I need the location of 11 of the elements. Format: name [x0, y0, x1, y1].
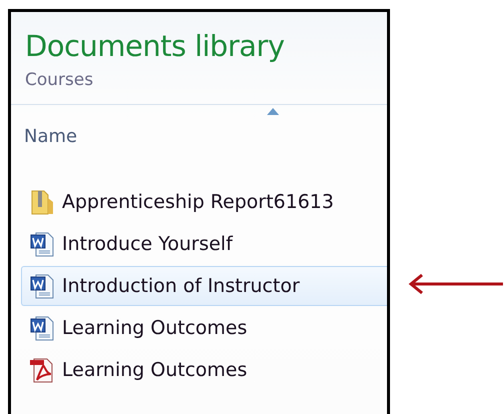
name-column-header[interactable]: Name	[24, 126, 78, 147]
file-item[interactable]: Apprenticeship Report61613	[21, 182, 387, 222]
word-document-icon	[28, 314, 56, 342]
word-document-icon	[28, 230, 56, 258]
file-item[interactable]: Learning Outcomes	[21, 308, 387, 348]
file-item[interactable]: Learning Outcomes	[21, 350, 387, 390]
file-item[interactable]: Introduction of Instructor	[21, 266, 387, 306]
word-document-icon	[28, 272, 56, 300]
library-subtitle: Courses	[25, 69, 94, 92]
library-title: Documents library	[25, 28, 286, 64]
file-item[interactable]: Introduce Yourself	[21, 224, 387, 264]
